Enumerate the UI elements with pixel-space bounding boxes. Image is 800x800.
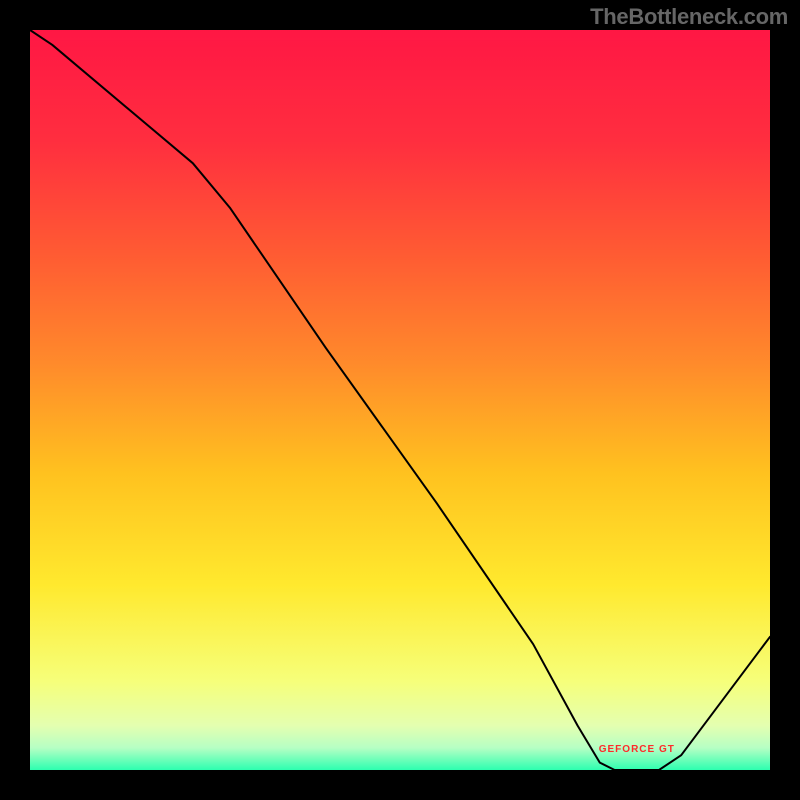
chart-container: TheBottleneck.com GEFORCE GT (0, 0, 800, 800)
chart-svg (30, 30, 770, 770)
chart-plot: GEFORCE GT (30, 30, 770, 770)
watermark-text: TheBottleneck.com (590, 4, 788, 30)
gpu-marker-label: GEFORCE GT (599, 744, 675, 755)
chart-background (30, 30, 770, 770)
